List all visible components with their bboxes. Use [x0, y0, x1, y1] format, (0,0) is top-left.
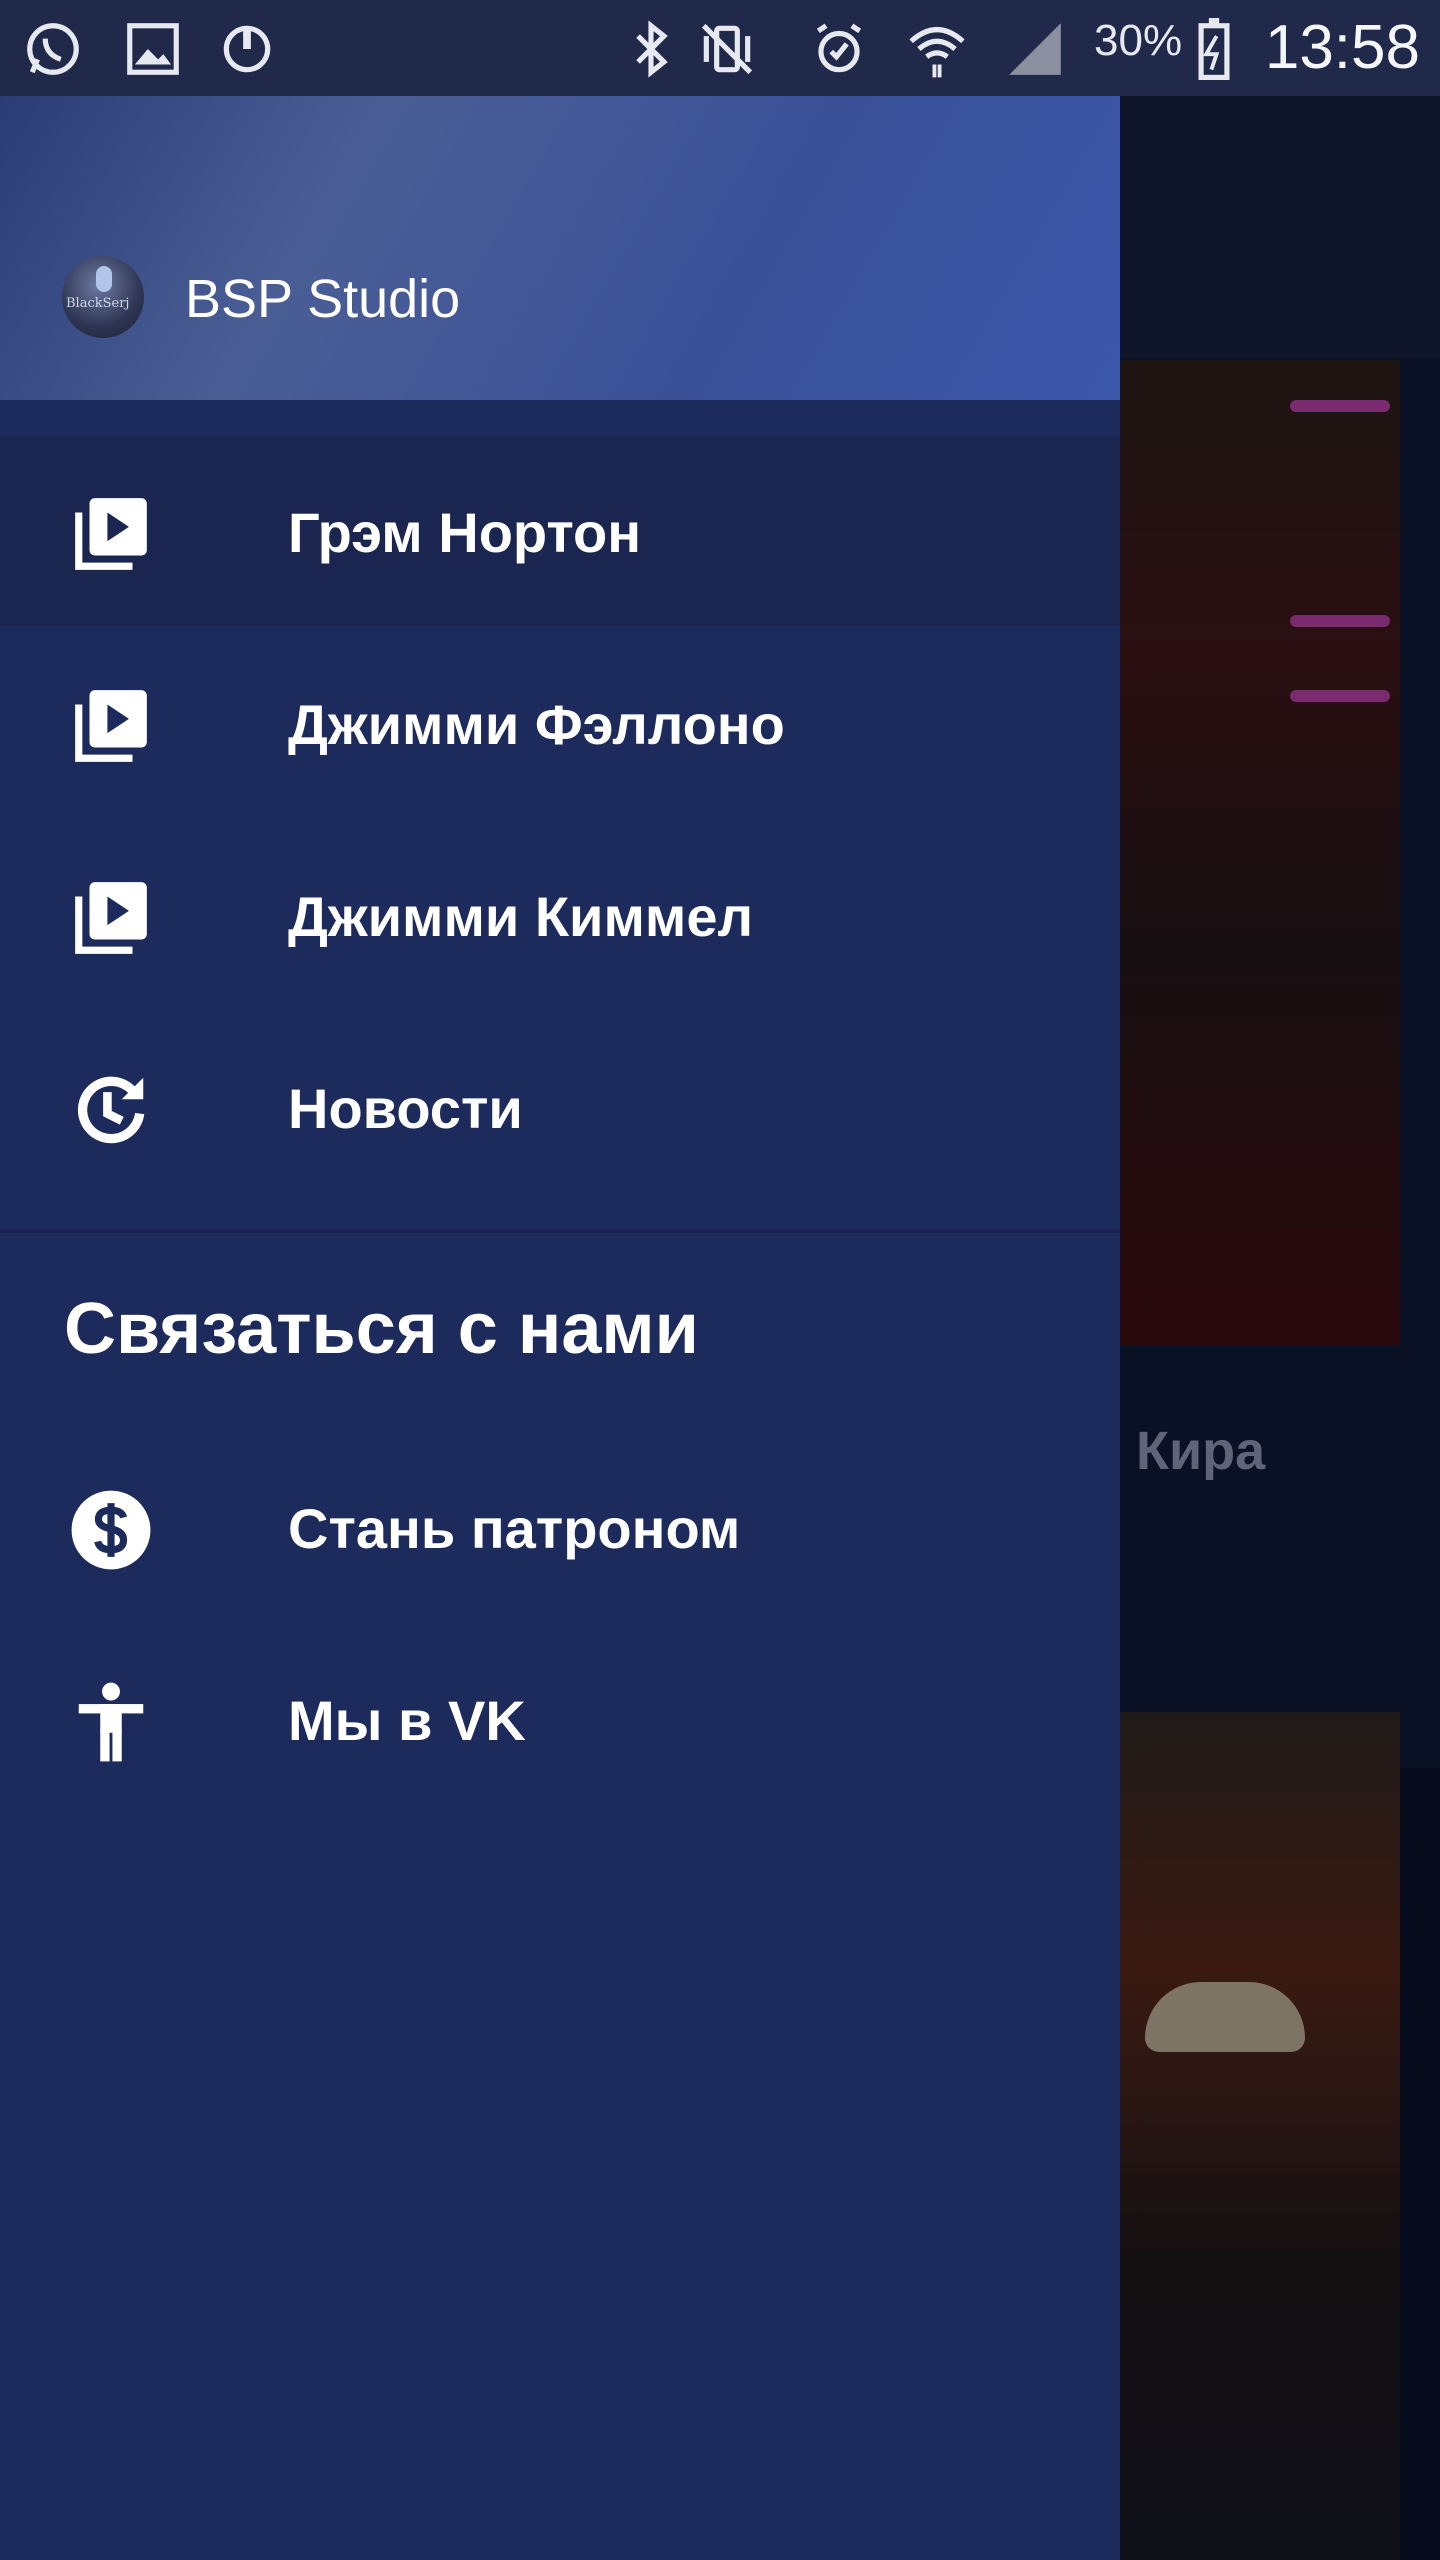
- video-title[interactable]: Кира: [1136, 1420, 1265, 1482]
- menu-item-become-patron[interactable]: Стань патроном: [0, 1432, 1120, 1622]
- menu-item-vk[interactable]: Мы в VK: [0, 1624, 1120, 1814]
- divider: [0, 1230, 1120, 1233]
- person-icon: [78, 1682, 144, 1762]
- menu-item-label: Стань патроном: [288, 1497, 741, 1560]
- menu-item-label: Грэм Нортон: [288, 501, 642, 564]
- avatar-logo-text: BlackSerj: [66, 296, 130, 311]
- battery-icon: [1198, 18, 1230, 80]
- whatsapp-icon: [27, 23, 79, 75]
- video-thumbnail[interactable]: [1110, 1712, 1400, 2560]
- battery-percent: 30%: [1094, 16, 1183, 65]
- menu-item-jimmy-kimmel[interactable]: Джимми Киммел: [0, 820, 1120, 1010]
- sync-icon: [223, 25, 271, 73]
- menu-item-graham-norton[interactable]: Грэм Нортон: [0, 436, 1120, 626]
- navigation-drawer: BlackSerj BSP Studio Грэм Нортон Джимми …: [0, 96, 1120, 2560]
- menu-item-label: Мы в VK: [288, 1689, 526, 1752]
- history-icon: [77, 1076, 145, 1144]
- play-library-icon: [75, 882, 147, 954]
- play-library-icon: [75, 690, 147, 762]
- bluetooth-icon: [636, 20, 668, 78]
- menu-item-label: Джимми Киммел: [288, 885, 754, 948]
- hat-shape: [1145, 1982, 1305, 2052]
- vibrate-icon: [701, 23, 753, 75]
- microphone-icon: [96, 266, 112, 292]
- section-title: Связаться с нами: [64, 1289, 699, 1369]
- video-thumbnail[interactable]: [1110, 360, 1400, 1345]
- menu-item-news[interactable]: Новости: [0, 1012, 1120, 1202]
- menu-item-label: Джимми Фэллоно: [288, 693, 785, 756]
- gallery-icon: [127, 23, 179, 75]
- dollar-icon: [71, 1490, 151, 1570]
- play-library-icon: [75, 498, 147, 570]
- signal-icon: [1009, 23, 1061, 75]
- status-bar: 30% 13:58: [0, 0, 1440, 96]
- wifi-icon: [909, 27, 965, 78]
- drawer-header: BlackSerj BSP Studio: [0, 96, 1120, 400]
- app-name: BSP Studio: [185, 269, 461, 329]
- alarm-icon: [816, 23, 862, 73]
- avatar[interactable]: BlackSerj: [62, 256, 144, 338]
- menu-item-jimmy-fallon[interactable]: Джимми Фэллоно: [0, 628, 1120, 818]
- menu-item-label: Новости: [288, 1077, 523, 1140]
- clock: 13:58: [1264, 13, 1420, 82]
